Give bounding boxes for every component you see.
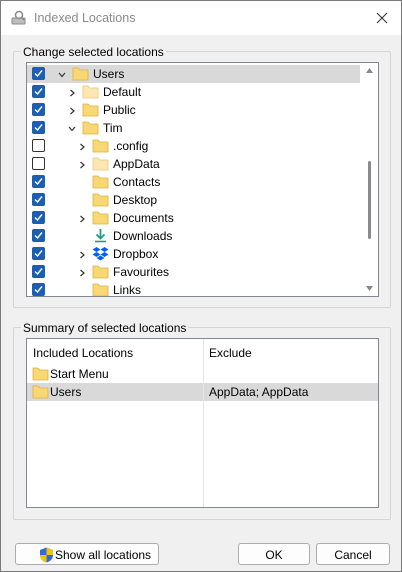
- tree-item-downloads[interactable]: Downloads: [27, 227, 360, 245]
- tree-item-users[interactable]: Users: [27, 65, 360, 83]
- tree-item-label: Desktop: [113, 193, 158, 207]
- scrollbar-thumb[interactable]: [368, 161, 371, 239]
- tree-item-checkbox[interactable]: [32, 67, 45, 80]
- folder-icon: [92, 282, 109, 296]
- summary-label: Summary of selected locations: [21, 321, 189, 335]
- tree-item-checkbox[interactable]: [32, 85, 45, 98]
- magnifier-drive-icon: [11, 10, 27, 26]
- tree-item-tim[interactable]: Tim: [27, 119, 360, 137]
- folder-icon: [82, 102, 99, 117]
- included-location: Users: [50, 385, 82, 399]
- chevron-right-icon[interactable]: [77, 159, 87, 169]
- tree-item-checkbox[interactable]: [32, 283, 45, 296]
- tree-item-public[interactable]: Public: [27, 101, 360, 119]
- folder-icon: [92, 174, 109, 189]
- scroll-up-icon[interactable]: [366, 68, 373, 73]
- folder-icon: [92, 138, 109, 153]
- scroll-down-icon[interactable]: [366, 286, 373, 291]
- folder-icon: [92, 210, 109, 225]
- chevron-right-icon[interactable]: [77, 213, 87, 223]
- tree-item-desktop[interactable]: Desktop: [27, 191, 360, 209]
- exclude-value: AppData; AppData: [209, 385, 309, 399]
- uac-shield-icon: [39, 547, 54, 563]
- tree-item-label: Default: [103, 85, 142, 99]
- tree-item-default[interactable]: Default: [27, 83, 360, 101]
- tree-vertical-scrollbar[interactable]: [361, 63, 378, 296]
- tree-item-checkbox[interactable]: [32, 175, 45, 188]
- folder-icon: [92, 264, 109, 279]
- tree-item-label: Dropbox: [113, 247, 159, 261]
- tree-item-label: Downloads: [113, 229, 173, 243]
- chevron-right-icon[interactable]: [77, 141, 87, 151]
- download-icon: [92, 228, 109, 243]
- tree-item-checkbox[interactable]: [32, 211, 45, 224]
- tree-item-label: Users: [93, 67, 125, 81]
- change-locations-label: Change selected locations: [21, 45, 166, 59]
- ok-label: OK: [265, 548, 283, 562]
- title-bar: Indexed Locations: [1, 1, 401, 35]
- indexed-locations-dialog: Indexed Locations Change selected locati…: [0, 0, 402, 572]
- folder-icon: [82, 84, 99, 99]
- tree-item-checkbox[interactable]: [32, 265, 45, 278]
- tree-item-label: Contacts: [113, 175, 161, 189]
- chevron-right-icon[interactable]: [77, 267, 87, 277]
- chevron-right-icon[interactable]: [67, 87, 77, 97]
- tree-item-checkbox[interactable]: [32, 157, 45, 170]
- tree-item-label: Favourites: [113, 265, 170, 279]
- tree-item-checkbox[interactable]: [32, 247, 45, 260]
- tree-item-label: Links: [113, 283, 142, 297]
- included-location: Start Menu: [50, 367, 109, 381]
- chevron-right-icon[interactable]: [67, 105, 77, 115]
- tree-item-config[interactable]: .config: [27, 137, 360, 155]
- tree-item-checkbox[interactable]: [32, 139, 45, 152]
- tree-item-label: Public: [103, 103, 136, 117]
- tree-item-checkbox[interactable]: [32, 193, 45, 206]
- cancel-button[interactable]: Cancel: [316, 543, 390, 565]
- close-button[interactable]: [369, 6, 395, 30]
- tree-item-dropbox[interactable]: Dropbox: [27, 245, 360, 263]
- folder-icon: [92, 192, 109, 207]
- dropbox-icon: [92, 246, 109, 261]
- locations-tree[interactable]: Links Favourites Dropbox Downloads Documents…: [26, 62, 379, 297]
- window-title: Indexed Locations: [34, 11, 136, 25]
- chevron-right-icon[interactable]: [77, 249, 87, 259]
- folder-icon: [82, 120, 99, 135]
- tree-item-label: Documents: [113, 211, 174, 225]
- tree-item-label: AppData: [113, 157, 160, 171]
- ok-button[interactable]: OK: [238, 543, 310, 565]
- show-all-locations-button[interactable]: Show all locations: [15, 543, 159, 565]
- folder-icon: [32, 366, 49, 381]
- show-all-locations-label: Show all locations: [55, 548, 152, 562]
- tree-item-appdata[interactable]: AppData: [27, 155, 360, 173]
- tree-item-contacts[interactable]: Contacts: [27, 173, 360, 191]
- column-header-included[interactable]: Included Locations: [33, 346, 133, 360]
- folder-icon: [32, 384, 49, 399]
- tree-item-documents[interactable]: Documents: [27, 209, 360, 227]
- chevron-down-icon[interactable]: [57, 69, 67, 79]
- folder-icon: [92, 156, 109, 171]
- summary-list[interactable]: Included Locations Exclude Start Menu Us…: [26, 338, 379, 508]
- tree-item-links[interactable]: Links: [27, 281, 360, 297]
- tree-item-favourites[interactable]: Favourites: [27, 263, 360, 281]
- close-icon: [376, 12, 388, 24]
- chevron-down-icon[interactable]: [67, 123, 77, 133]
- folder-icon: [72, 66, 89, 81]
- tree-item-label: .config: [113, 139, 149, 153]
- tree-item-checkbox[interactable]: [32, 229, 45, 242]
- cancel-label: Cancel: [334, 548, 372, 562]
- column-divider[interactable]: [203, 339, 204, 507]
- tree-item-checkbox[interactable]: [32, 121, 45, 134]
- tree-item-label: Tim: [103, 121, 123, 135]
- column-header-exclude[interactable]: Exclude: [209, 346, 252, 360]
- tree-item-checkbox[interactable]: [32, 103, 45, 116]
